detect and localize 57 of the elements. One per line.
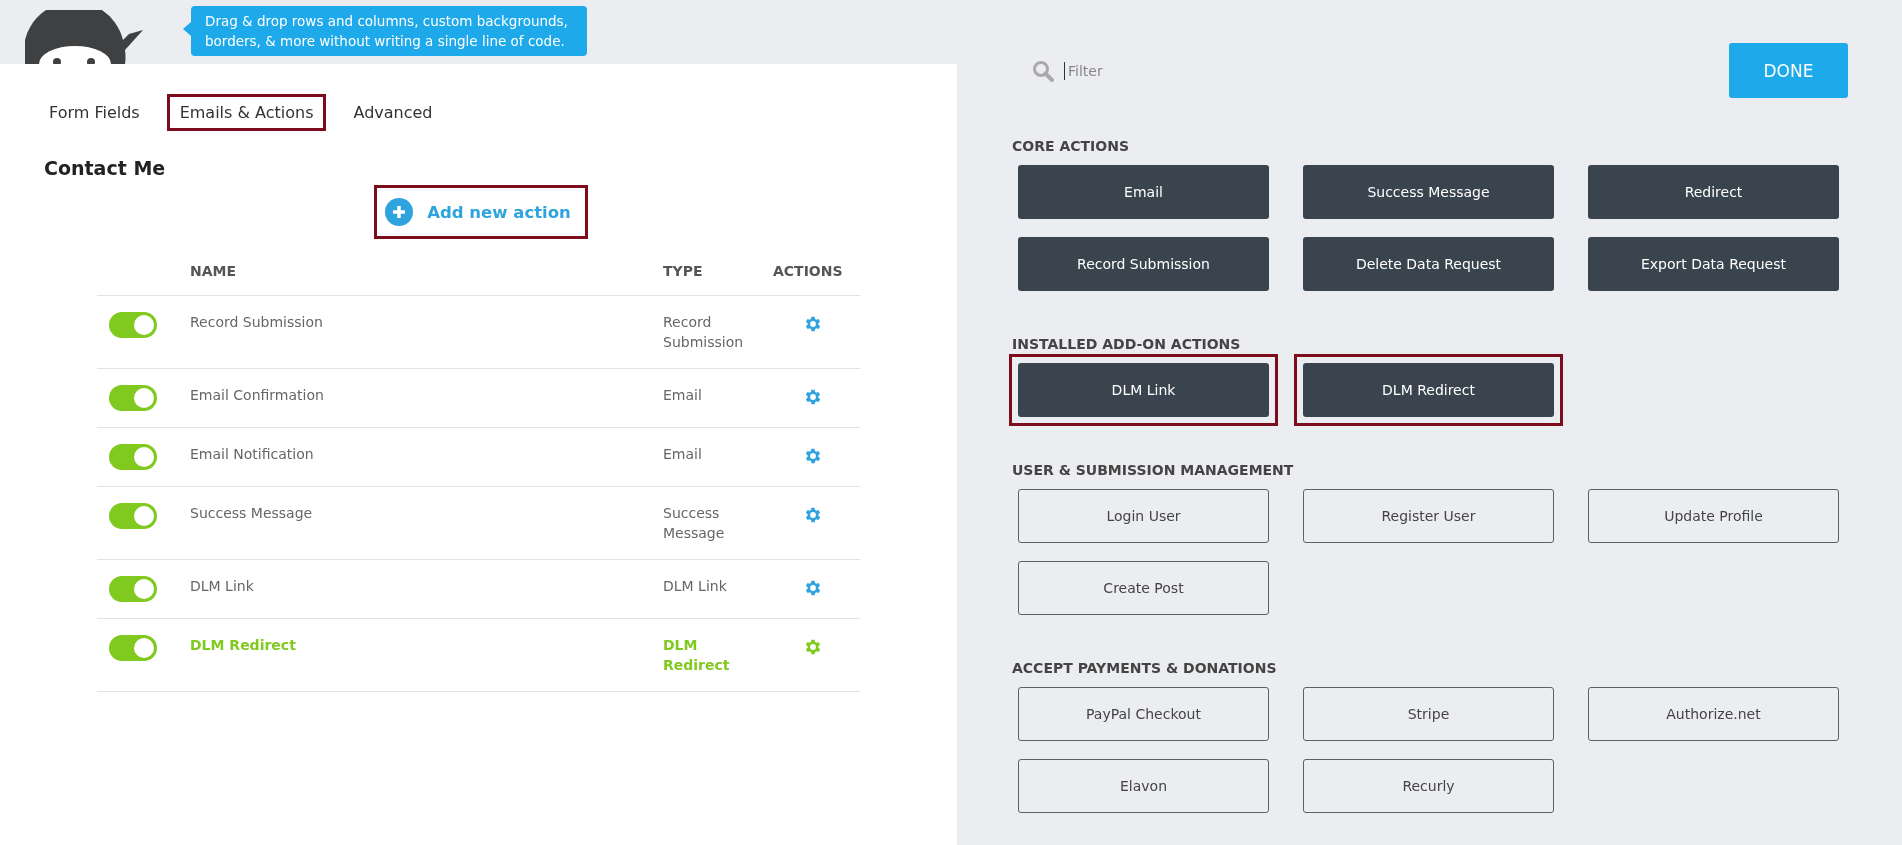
section-heading: USER & SUBMISSION MANAGEMENT: [1012, 462, 1295, 478]
plus-icon: [385, 198, 414, 226]
action-name: DLM Link: [190, 577, 255, 596]
action-button[interactable]: DLM Redirect: [1303, 363, 1554, 417]
toggle-switch[interactable]: [109, 312, 157, 338]
settings-icon[interactable]: [803, 505, 823, 525]
settings-icon[interactable]: [803, 637, 823, 657]
action-type: Email: [663, 445, 703, 464]
section-heading: INSTALLED ADD-ON ACTIONS: [1012, 336, 1242, 352]
action-button[interactable]: Update Profile: [1588, 489, 1839, 543]
action-button[interactable]: Stripe: [1303, 687, 1554, 741]
action-button[interactable]: Elavon: [1018, 759, 1269, 813]
column-header: ACTIONS: [773, 263, 844, 279]
action-button[interactable]: Redirect: [1588, 165, 1839, 219]
action-button[interactable]: Create Post: [1018, 561, 1269, 615]
action-name: Email Confirmation: [190, 386, 325, 405]
settings-icon[interactable]: [803, 578, 823, 598]
action-type: Record Submission: [663, 313, 743, 352]
action-type: DLM Link: [663, 577, 728, 596]
form-title: Contact Me: [44, 157, 167, 179]
action-name: Record Submission: [190, 313, 324, 332]
column-header: NAME: [190, 263, 238, 279]
toggle-switch[interactable]: [109, 444, 157, 470]
action-type: Email: [663, 386, 703, 405]
tooltip: Drag & drop rows and columns, custom backgrounds, borders, & more without writing a single line of code.: [191, 6, 587, 56]
tab[interactable]: Advanced: [340, 94, 446, 131]
action-button[interactable]: Login User: [1018, 489, 1269, 543]
search-icon: [1032, 59, 1054, 82]
toggle-switch[interactable]: [109, 503, 157, 529]
section-heading: CORE ACTIONS: [1012, 138, 1130, 154]
action-button[interactable]: Record Submission: [1018, 237, 1269, 291]
section-heading: ACCEPT PAYMENTS & DONATIONS: [1012, 660, 1278, 676]
tab[interactable]: Form Fields: [36, 94, 153, 131]
action-button[interactable]: Register User: [1303, 489, 1554, 543]
action-button[interactable]: Success Message: [1303, 165, 1554, 219]
settings-icon[interactable]: [803, 387, 823, 407]
tab[interactable]: Emails & Actions: [166, 94, 327, 131]
action-name: Success Message: [190, 504, 314, 523]
action-name: DLM Redirect: [190, 636, 297, 655]
action-button[interactable]: PayPal Checkout: [1018, 687, 1269, 741]
action-button[interactable]: Email: [1018, 165, 1269, 219]
toggle-switch[interactable]: [109, 576, 157, 602]
settings-icon[interactable]: [803, 314, 823, 334]
column-header: TYPE: [663, 263, 704, 279]
settings-icon[interactable]: [803, 446, 823, 466]
tooltip-pointer-icon: [183, 22, 191, 36]
action-button[interactable]: Export Data Request: [1588, 237, 1839, 291]
action-type: Success Message: [663, 504, 726, 543]
filter-field[interactable]: Filter: [1064, 61, 1370, 80]
action-type: DLM Redirect: [663, 636, 731, 675]
action-button[interactable]: Recurly: [1303, 759, 1554, 813]
action-name: Email Notification: [190, 445, 315, 464]
action-button[interactable]: Delete Data Request: [1303, 237, 1554, 291]
toggle-switch[interactable]: [109, 385, 157, 411]
toggle-switch[interactable]: [109, 635, 157, 661]
action-button[interactable]: DLM Link: [1018, 363, 1269, 417]
action-button[interactable]: Authorize.net: [1588, 687, 1839, 741]
